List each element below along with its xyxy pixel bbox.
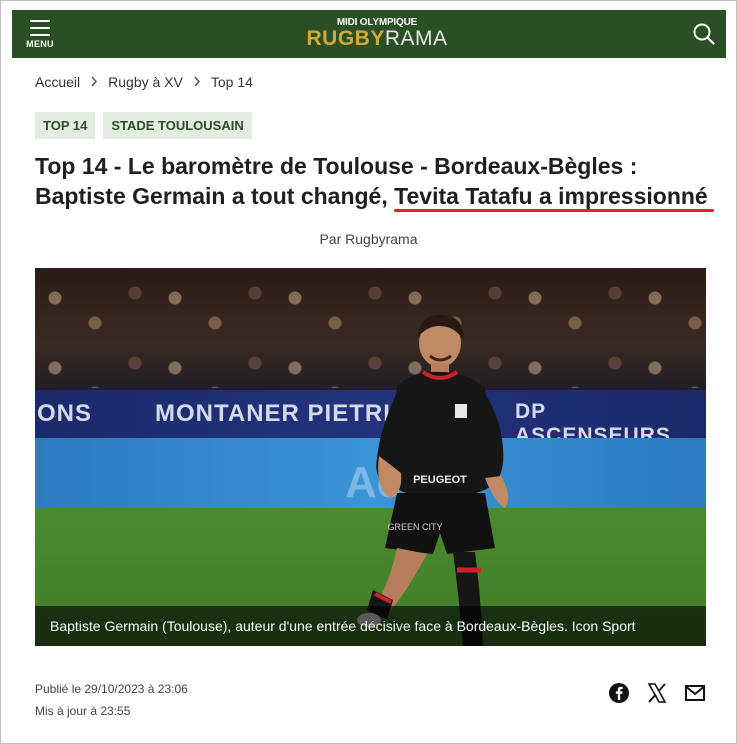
search-icon xyxy=(693,23,715,45)
shorts-sponsor-text: GREEN CITY xyxy=(387,522,442,532)
logo-rugby: RUGBY xyxy=(306,27,385,50)
tag-list: TOP 14 STADE TOULOUSAIN xyxy=(35,112,252,139)
article-meta: Publié le 29/10/2023 à 23:06 Mis à jour … xyxy=(35,678,188,722)
updated-date: Mis à jour à 23:55 xyxy=(35,704,131,718)
hamburger-icon xyxy=(26,17,54,36)
banner-text-left: ONS xyxy=(37,400,93,427)
menu-button[interactable]: MENU xyxy=(26,17,54,53)
tag-stade-toulousain[interactable]: STADE TOULOUSAIN xyxy=(103,112,252,139)
breadcrumb-top14[interactable]: Top 14 xyxy=(211,74,253,90)
article-title-highlight: Tevita Tatafu a impressionné xyxy=(394,183,714,212)
search-button[interactable] xyxy=(692,22,716,46)
share-x-button[interactable] xyxy=(646,682,668,704)
browser-frame: MENU MIDI OLYMPIQUE RUGBYRAMA Accueil Ru… xyxy=(0,0,737,744)
tag-top14[interactable]: TOP 14 xyxy=(35,112,96,139)
jersey-sponsor-text: PEUGEOT xyxy=(413,474,467,486)
chevron-right-icon xyxy=(193,75,201,90)
chevron-right-icon xyxy=(90,75,98,90)
share-bar xyxy=(608,682,706,704)
hero-image: ONS MONTANER PIETRINI DP ASCENSEURS FERN… xyxy=(35,268,706,646)
logo-wordmark: RUGBYRAMA xyxy=(302,28,452,50)
logo-rama: RAMA xyxy=(384,27,448,50)
breadcrumb: Accueil Rugby à XV Top 14 xyxy=(35,74,253,90)
highlight-text: Tevita Tatafu a impressionné xyxy=(394,183,708,209)
mail-icon xyxy=(685,685,705,701)
image-caption: Baptiste Germain (Toulouse), auteur d'un… xyxy=(35,606,706,646)
facebook-icon xyxy=(609,683,629,703)
article-author: Par Rugbyrama xyxy=(319,231,418,247)
x-icon xyxy=(647,683,667,703)
share-facebook-button[interactable] xyxy=(608,682,630,704)
player-figure: PEUGEOT GREEN CITY xyxy=(357,314,509,646)
breadcrumb-accueil[interactable]: Accueil xyxy=(35,74,80,90)
site-header: MENU MIDI OLYMPIQUE RUGBYRAMA xyxy=(12,10,726,58)
site-logo[interactable]: MIDI OLYMPIQUE RUGBYRAMA xyxy=(302,17,452,50)
share-mail-button[interactable] xyxy=(684,682,706,704)
red-underline xyxy=(394,209,714,212)
published-date: Publié le 29/10/2023 à 23:06 xyxy=(35,682,188,696)
breadcrumb-rugby-xv[interactable]: Rugby à XV xyxy=(108,74,183,90)
article-title: Top 14 - Le baromètre de Toulouse - Bord… xyxy=(35,151,715,212)
menu-label: MENU xyxy=(26,39,54,49)
